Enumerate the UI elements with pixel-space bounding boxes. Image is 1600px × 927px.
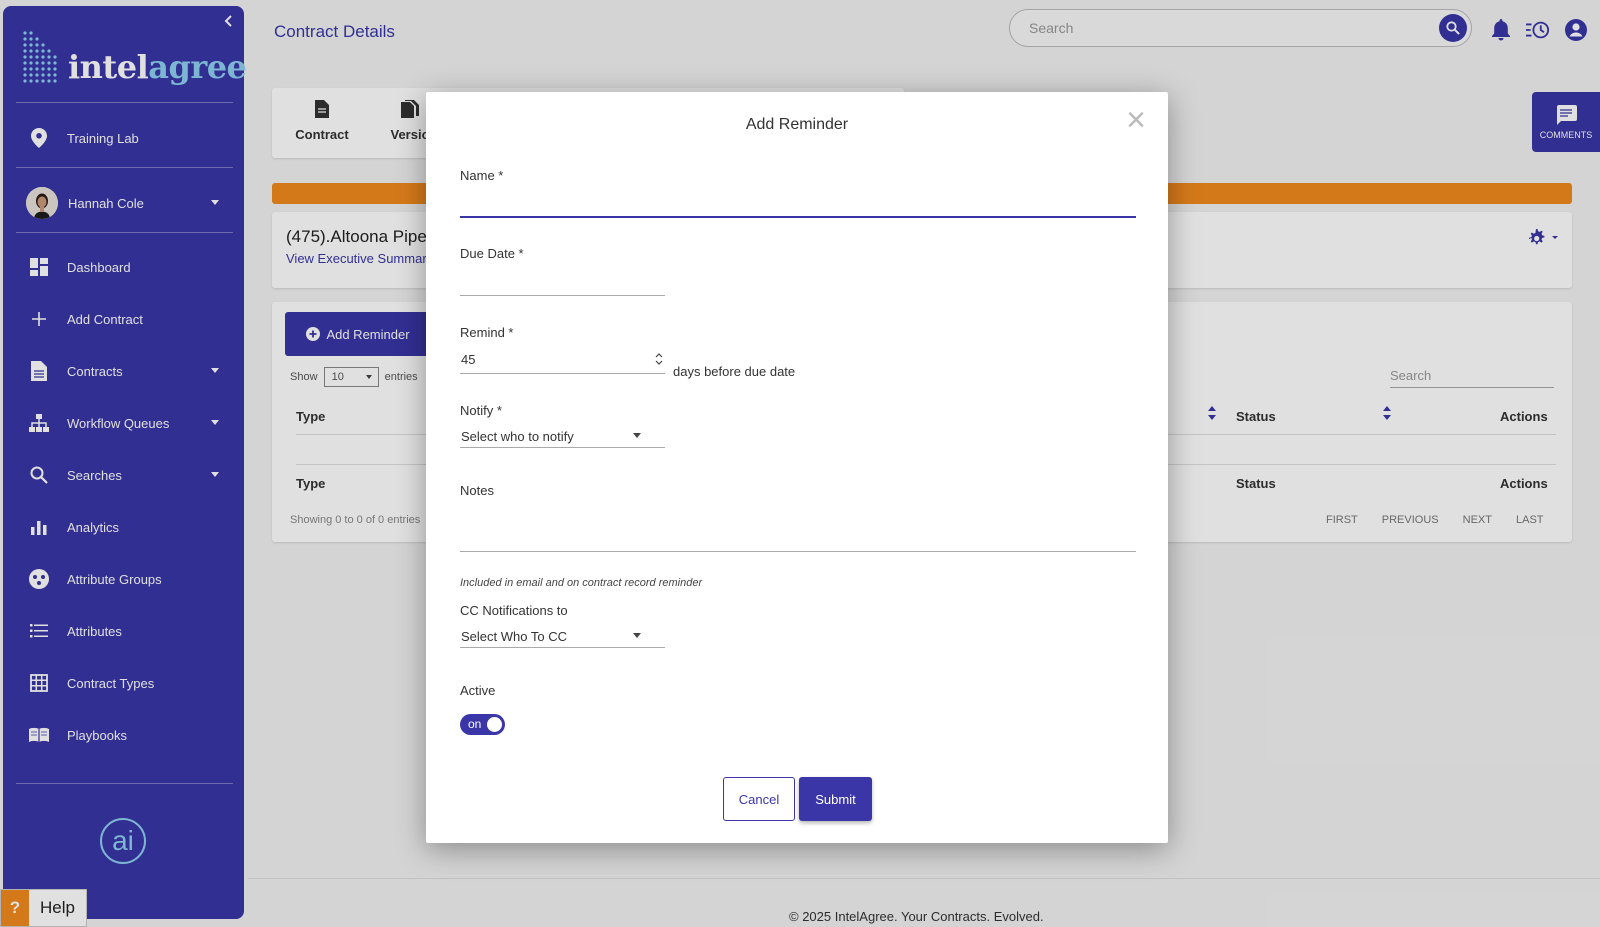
name-input[interactable] — [460, 186, 1136, 218]
toggle-label: on — [468, 717, 482, 731]
remind-days-value: 45 — [461, 352, 476, 367]
notes-hint: Included in email and on contract record… — [460, 577, 703, 589]
due-date-input[interactable] — [460, 264, 665, 296]
notes-textarea[interactable] — [460, 502, 1136, 552]
cc-select[interactable]: Select Who To CC — [460, 620, 665, 648]
remind-suffix: days before due date — [673, 364, 796, 379]
active-toggle[interactable]: on — [460, 714, 505, 735]
submit-button[interactable]: Submit — [799, 777, 872, 821]
toggle-knob — [487, 717, 502, 732]
notify-placeholder: Select who to notify — [461, 429, 574, 444]
notify-label: Notify * — [460, 403, 502, 418]
add-reminder-dialog: Add Reminder × Name * Due Date * Remind … — [426, 92, 1168, 843]
close-icon[interactable]: × — [1122, 103, 1150, 137]
cc-label: CC Notifications to — [460, 603, 568, 618]
chevron-down-icon — [633, 433, 641, 438]
remind-days-input[interactable]: 45 — [460, 344, 665, 374]
active-label: Active — [460, 683, 496, 698]
cc-placeholder: Select Who To CC — [461, 629, 567, 644]
notify-select[interactable]: Select who to notify — [460, 420, 665, 448]
dialog-title: Add Reminder — [745, 116, 849, 133]
cancel-button[interactable]: Cancel — [723, 777, 795, 821]
chevron-down-icon — [633, 633, 641, 638]
due-date-label: Due Date * — [460, 246, 524, 261]
spinner-icon[interactable] — [655, 352, 663, 366]
remind-label: Remind * — [460, 325, 514, 340]
notes-label: Notes — [460, 483, 494, 498]
name-label: Name * — [460, 168, 504, 183]
